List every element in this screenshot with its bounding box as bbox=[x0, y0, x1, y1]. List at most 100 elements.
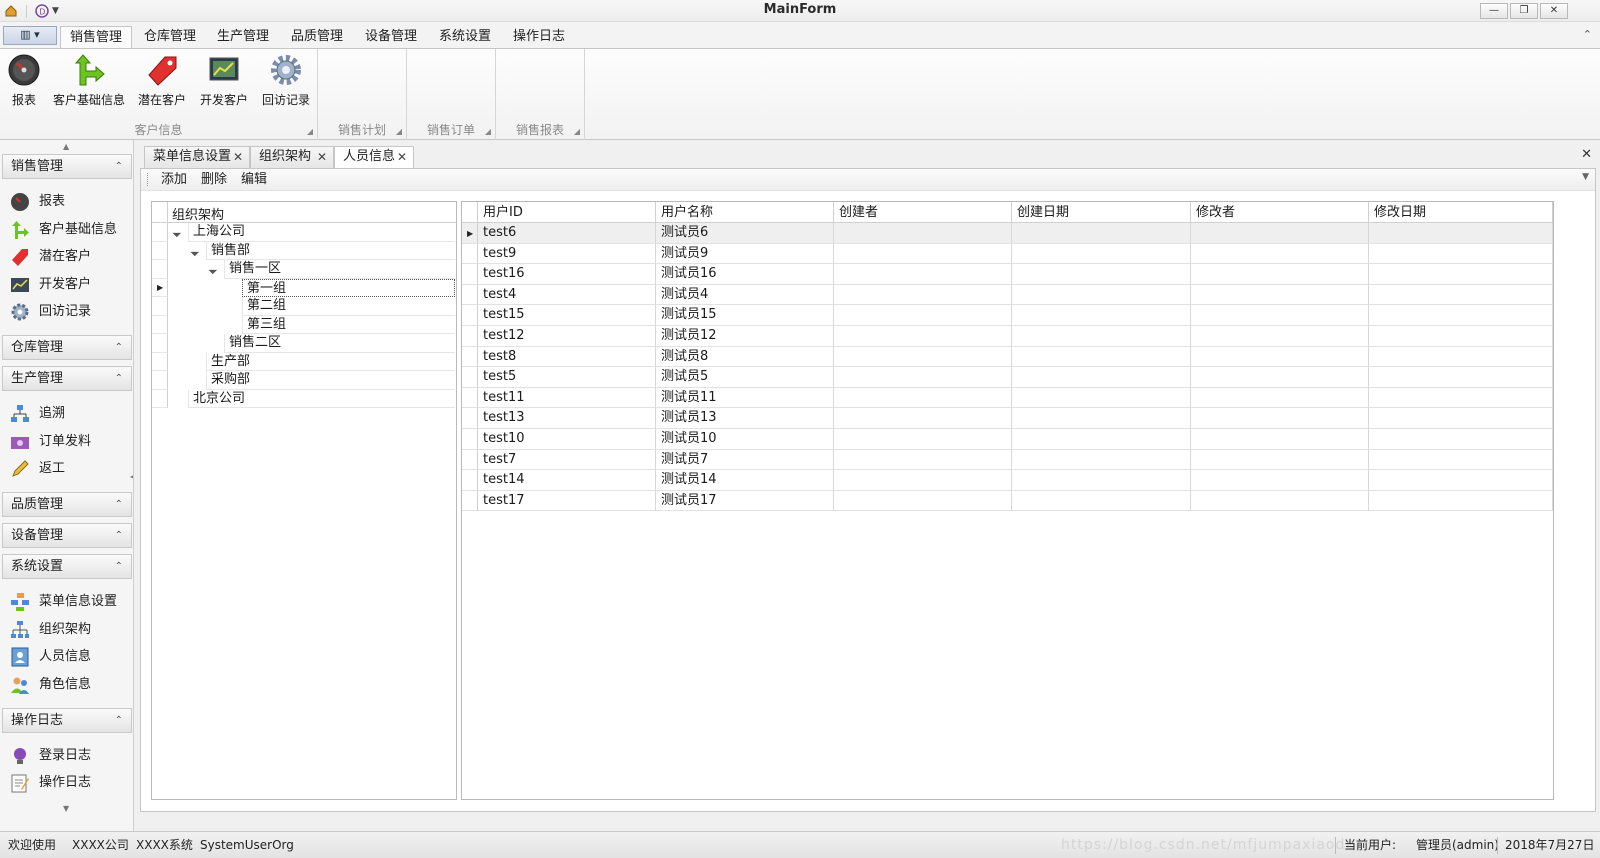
row-indicator[interactable] bbox=[462, 367, 478, 388]
table-cell[interactable] bbox=[1012, 243, 1191, 265]
table-cell[interactable]: 测试员7 bbox=[656, 449, 834, 471]
dialog-launcher-icon[interactable]: ◢ bbox=[574, 127, 580, 136]
table-cell[interactable]: 测试员5 bbox=[656, 367, 834, 388]
table-cell[interactable]: test15 bbox=[478, 305, 656, 326]
edit-button[interactable]: 编辑 bbox=[241, 171, 267, 189]
table-row[interactable]: test9 测试员9 bbox=[462, 243, 1553, 265]
nav-item-user-info[interactable]: 人员信息 bbox=[10, 645, 91, 669]
tab-system[interactable]: 系统设置 bbox=[430, 26, 500, 48]
table-cell[interactable] bbox=[1191, 408, 1369, 429]
nav-item-trace[interactable]: 追溯 bbox=[10, 402, 65, 426]
table-cell[interactable] bbox=[1369, 470, 1553, 491]
table-cell[interactable] bbox=[1191, 346, 1369, 368]
table-cell[interactable]: 测试员11 bbox=[656, 387, 834, 409]
table-cell[interactable] bbox=[1369, 429, 1553, 450]
tree-node[interactable]: 上海公司 bbox=[188, 223, 455, 242]
table-cell[interactable]: 测试员13 bbox=[656, 408, 834, 429]
tree-node[interactable]: 第三组 bbox=[242, 315, 455, 334]
table-cell[interactable] bbox=[1012, 346, 1191, 368]
table-cell[interactable] bbox=[1369, 264, 1553, 285]
application-button[interactable]: ▥ ▾ bbox=[3, 26, 57, 45]
nav-group-warehouse[interactable]: 仓库管理 ⌃ bbox=[2, 335, 132, 360]
table-cell[interactable] bbox=[1012, 490, 1191, 512]
nav-item-develop-customer[interactable]: 开发客户 bbox=[10, 273, 91, 297]
close-button[interactable]: ✕ bbox=[1540, 3, 1568, 19]
table-cell[interactable] bbox=[1012, 326, 1191, 347]
table-row[interactable]: test7 测试员7 bbox=[462, 449, 1553, 471]
table-cell[interactable] bbox=[1369, 449, 1553, 471]
table-cell[interactable]: test16 bbox=[478, 264, 656, 285]
row-indicator[interactable] bbox=[462, 429, 478, 450]
expand-toggle-icon[interactable]: ◢ bbox=[190, 246, 201, 257]
table-cell[interactable] bbox=[834, 284, 1012, 306]
table-cell[interactable]: test5 bbox=[478, 367, 656, 388]
nav-item-return-visit[interactable]: 回访记录 bbox=[10, 300, 91, 324]
tab-warehouse[interactable]: 仓库管理 bbox=[135, 26, 205, 48]
toolbar-options-icon[interactable]: ▼ bbox=[1582, 172, 1589, 182]
tab-sales[interactable]: 销售管理 bbox=[60, 26, 133, 48]
table-cell[interactable] bbox=[1191, 223, 1369, 244]
close-icon[interactable]: ✕ bbox=[397, 147, 407, 167]
table-cell[interactable]: 测试员10 bbox=[656, 429, 834, 450]
dialog-launcher-icon[interactable]: ◢ bbox=[307, 127, 313, 136]
row-indicator[interactable] bbox=[462, 490, 478, 512]
table-cell[interactable] bbox=[834, 243, 1012, 265]
nav-group-equipment[interactable]: 设备管理 ⌃ bbox=[2, 523, 132, 548]
table-cell[interactable] bbox=[1369, 326, 1553, 347]
tree-node[interactable]: 北京公司 bbox=[188, 389, 455, 408]
tab-equipment[interactable]: 设备管理 bbox=[356, 26, 426, 48]
maximize-button[interactable]: ❐ bbox=[1510, 3, 1538, 19]
close-document-icon[interactable]: ✕ bbox=[1581, 147, 1592, 162]
table-cell[interactable]: 测试员17 bbox=[656, 490, 834, 512]
tab-quality[interactable]: 品质管理 bbox=[282, 26, 352, 48]
table-row[interactable]: test10 测试员10 bbox=[462, 429, 1553, 450]
table-cell[interactable]: test11 bbox=[478, 387, 656, 409]
tab-production[interactable]: 生产管理 bbox=[208, 26, 278, 48]
table-cell[interactable]: test7 bbox=[478, 449, 656, 471]
table-cell[interactable]: 测试员15 bbox=[656, 305, 834, 326]
row-indicator[interactable] bbox=[462, 305, 478, 326]
tree-node[interactable]: 销售一区 bbox=[224, 260, 455, 279]
table-cell[interactable]: test9 bbox=[478, 243, 656, 265]
table-cell[interactable] bbox=[1191, 284, 1369, 306]
row-indicator[interactable] bbox=[462, 346, 478, 368]
scroll-down-icon[interactable]: ▼ bbox=[63, 804, 69, 813]
row-indicator[interactable] bbox=[462, 264, 478, 285]
nav-group-sales[interactable]: 销售管理 ⌃ bbox=[2, 154, 132, 179]
customer-basic-info-button[interactable]: 客户基础信息 bbox=[50, 53, 128, 113]
table-row[interactable]: test12 测试员12 bbox=[462, 326, 1553, 347]
close-icon[interactable]: ✕ bbox=[317, 147, 327, 167]
table-cell[interactable] bbox=[1191, 387, 1369, 409]
table-cell[interactable] bbox=[1012, 223, 1191, 244]
collapse-pane-icon[interactable]: ◂ bbox=[130, 472, 133, 481]
table-row[interactable]: test16 测试员16 bbox=[462, 264, 1553, 285]
table-cell[interactable] bbox=[834, 264, 1012, 285]
row-indicator[interactable] bbox=[462, 470, 478, 491]
table-cell[interactable]: test13 bbox=[478, 408, 656, 429]
table-cell[interactable] bbox=[1191, 264, 1369, 285]
dialog-launcher-icon[interactable]: ◢ bbox=[396, 127, 402, 136]
row-indicator[interactable] bbox=[462, 387, 478, 409]
table-cell[interactable] bbox=[1191, 449, 1369, 471]
table-cell[interactable]: test14 bbox=[478, 470, 656, 491]
column-header[interactable]: 用户名称 bbox=[656, 202, 834, 223]
table-cell[interactable] bbox=[1012, 449, 1191, 471]
table-cell[interactable] bbox=[1012, 470, 1191, 491]
table-cell[interactable]: test12 bbox=[478, 326, 656, 347]
table-row[interactable]: test11 测试员11 bbox=[462, 387, 1553, 409]
table-row[interactable]: test5 测试员5 bbox=[462, 367, 1553, 388]
table-cell[interactable]: 测试员9 bbox=[656, 243, 834, 265]
table-cell[interactable] bbox=[1369, 408, 1553, 429]
table-cell[interactable]: 测试员14 bbox=[656, 470, 834, 491]
table-cell[interactable] bbox=[834, 223, 1012, 244]
tree-node[interactable]: 销售二区 bbox=[224, 334, 455, 353]
table-cell[interactable] bbox=[834, 346, 1012, 368]
table-cell[interactable] bbox=[1191, 367, 1369, 388]
tree-node[interactable]: 采购部 bbox=[206, 371, 455, 390]
table-cell[interactable]: 测试员16 bbox=[656, 264, 834, 285]
table-cell[interactable]: test6 bbox=[478, 223, 656, 244]
table-row[interactable]: test15 测试员15 bbox=[462, 305, 1553, 326]
table-cell[interactable] bbox=[1191, 243, 1369, 265]
table-cell[interactable] bbox=[1369, 367, 1553, 388]
doc-tab-user-info[interactable]: 人员信息 ✕ bbox=[334, 146, 414, 169]
